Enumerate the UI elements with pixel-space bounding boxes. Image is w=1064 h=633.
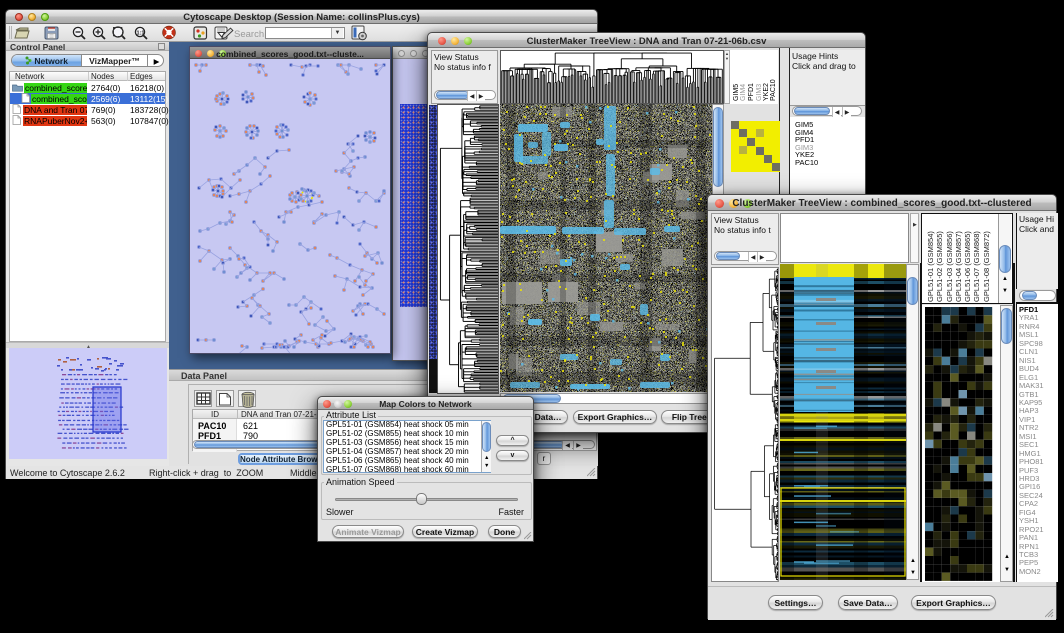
- svg-text:1:1: 1:1: [137, 31, 145, 37]
